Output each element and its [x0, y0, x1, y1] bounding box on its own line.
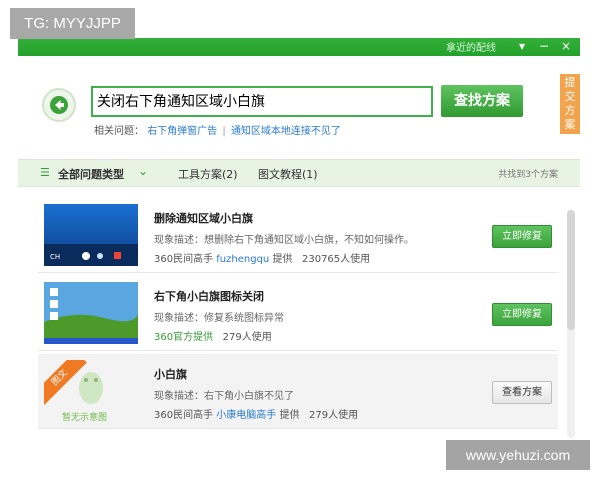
- result-meta: 360民间高手 小康电脑高手 提供 279人使用: [154, 406, 358, 421]
- desktop-screenshot-image: [44, 282, 138, 344]
- tab-tool-solutions[interactable]: 工具方案(2): [178, 166, 238, 182]
- view-solution-button[interactable]: 查看方案: [492, 381, 552, 404]
- fix-now-button[interactable]: 立即修复: [492, 225, 552, 248]
- site-watermark: www.yehuzi.com: [446, 440, 590, 470]
- result-description: 现象描述：右下角小白旗不见了: [154, 391, 294, 402]
- result-title[interactable]: 小白旗: [154, 366, 187, 382]
- minimize-button[interactable]: −: [536, 38, 552, 54]
- desktop-screenshot-image: CH: [44, 204, 138, 266]
- list-icon: ☰: [40, 166, 50, 179]
- result-thumbnail: [44, 282, 138, 344]
- result-thumbnail: CH: [44, 204, 138, 266]
- search-input[interactable]: [93, 88, 431, 113]
- result-users: 279人使用: [309, 410, 359, 421]
- result-description: 现象描述：修复系统图标异常: [154, 313, 284, 324]
- result-row: 图文 暂无示意图 小白旗 现象描述：右下角小白旗不见了 360民间高手 小康电脑…: [38, 354, 558, 429]
- result-row: 右下角小白旗图标关闭 现象描述：修复系统图标异常 360官方提供 279人使用 …: [38, 276, 558, 351]
- no-image-label: 暂无示意图: [62, 413, 108, 422]
- app-window: 拿近的配线 ▾ − × 查找方案 提交方案 相关问题： 右下角弹窗广告 | 通知…: [18, 38, 580, 438]
- result-meta: 360官方提供 279人使用: [154, 328, 272, 343]
- result-title[interactable]: 右下角小白旗图标关闭: [154, 288, 264, 304]
- title-bar: 拿近的配线 ▾ − ×: [18, 38, 580, 56]
- result-description: 现象描述：想删除右下角通知区域小白旗，不知如何操作。: [154, 235, 414, 246]
- result-meta: 360民间高手 fuzhengqu 提供 230765人使用: [154, 250, 370, 265]
- scrollbar-thumb[interactable]: [567, 210, 575, 330]
- related-link-popup-ads[interactable]: 右下角弹窗广告: [147, 126, 217, 137]
- chevron-down-icon[interactable]: ⌄: [138, 164, 148, 178]
- close-button[interactable]: ×: [558, 38, 574, 54]
- menu-button[interactable]: ▾: [514, 38, 530, 54]
- titlebar-link[interactable]: 拿近的配线: [446, 39, 496, 54]
- result-author[interactable]: 小康电脑高手: [216, 410, 276, 421]
- back-arrow-icon: [50, 96, 68, 114]
- result-thumbnail: 图文 暂无示意图: [44, 360, 138, 422]
- search-button[interactable]: 查找方案: [441, 85, 523, 117]
- related-link-network-missing[interactable]: 通知区域本地连接不见了: [231, 126, 341, 137]
- thumb-lang-label: CH: [50, 253, 60, 261]
- tg-label-badge: TG: MYYJJPP: [10, 8, 135, 39]
- result-provide: 提供: [272, 254, 293, 265]
- related-label: 相关问题：: [94, 126, 144, 137]
- fix-now-button[interactable]: 立即修复: [492, 303, 552, 326]
- result-row: CH 删除通知区域小白旗 现象描述：想删除右下角通知区域小白旗，不知如何操作。 …: [38, 198, 558, 273]
- results-scrollbar[interactable]: [567, 210, 575, 438]
- result-author[interactable]: fuzhengqu: [216, 254, 269, 265]
- result-count: 共找到3个方案: [498, 170, 558, 180]
- filter-all-types[interactable]: 全部问题类型: [58, 166, 124, 182]
- result-users: 279人使用: [222, 332, 272, 343]
- result-source: 360民间高手: [154, 410, 214, 421]
- result-source: 360民间高手: [154, 254, 214, 265]
- related-separator: |: [222, 126, 226, 137]
- result-provide: 提供: [279, 410, 300, 421]
- search-box: [91, 86, 433, 117]
- back-button[interactable]: [42, 88, 76, 122]
- related-questions: 相关问题： 右下角弹窗广告 | 通知区域本地连接不见了: [94, 122, 341, 137]
- submit-solution-tab[interactable]: 提交方案: [560, 74, 580, 134]
- tab-tutorials[interactable]: 图文教程(1): [258, 166, 318, 182]
- result-title[interactable]: 删除通知区域小白旗: [154, 210, 253, 226]
- result-users: 230765人使用: [301, 254, 371, 265]
- result-source: 360官方提供: [154, 332, 214, 343]
- filter-bar: ☰ 全部问题类型 ⌄ 工具方案(2) 图文教程(1) 共找到3个方案: [18, 159, 580, 187]
